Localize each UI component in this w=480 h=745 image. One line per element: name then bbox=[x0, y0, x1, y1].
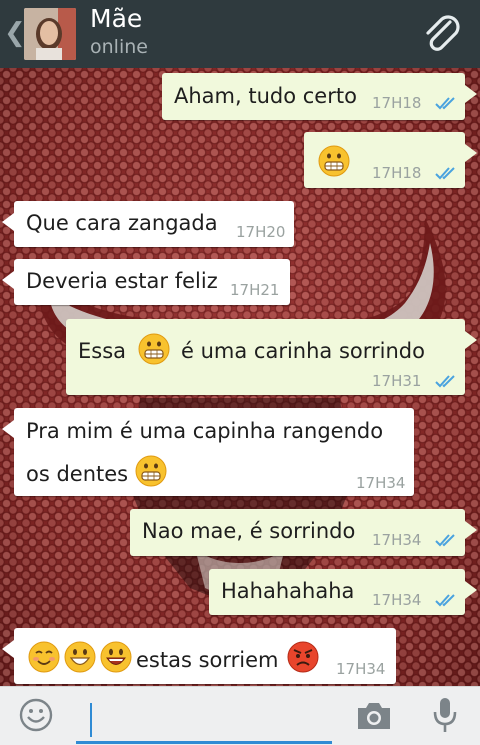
smiley-icon[interactable] bbox=[18, 697, 54, 733]
camera-icon[interactable] bbox=[354, 699, 394, 733]
grin-emoji-icon bbox=[318, 145, 350, 177]
message-text: Nao mae, é sorrindo bbox=[142, 519, 356, 543]
read-receipt-icon bbox=[435, 167, 455, 180]
message-text: Aham, tudo certo bbox=[174, 84, 357, 108]
message-text-line: os dentes bbox=[26, 462, 129, 486]
message-time: 17H18 bbox=[372, 94, 422, 112]
message-bubble-outgoing[interactable]: Aham, tudo certo 17H18 bbox=[162, 73, 477, 120]
smiley-emoji-icon bbox=[100, 641, 132, 673]
message-time: 17H21 bbox=[230, 281, 280, 299]
contact-name[interactable]: Mãe bbox=[90, 4, 142, 34]
grinning-emoji-icon bbox=[64, 641, 96, 673]
message-text: Deveria estar feliz bbox=[26, 269, 218, 293]
message-bubble-outgoing[interactable]: Essa é uma carinha sorrindo 17H31 bbox=[66, 319, 477, 395]
message-bubble-outgoing[interactable]: Nao mae, é sorrindo 17H34 bbox=[130, 509, 477, 556]
message-bubble-incoming[interactable]: estas sorriem 17H34 bbox=[2, 628, 396, 684]
message-text: Essa bbox=[78, 337, 126, 365]
message-text: Hahahahaha bbox=[221, 579, 355, 603]
read-receipt-icon bbox=[435, 534, 455, 547]
message-bubble-incoming[interactable]: Deveria estar feliz 17H21 bbox=[2, 259, 290, 305]
message-time: 17H34 bbox=[336, 660, 386, 678]
message-bubble-outgoing[interactable]: 17H18 bbox=[304, 132, 477, 188]
angry-emoji-icon bbox=[287, 641, 319, 673]
message-time: 17H34 bbox=[356, 474, 406, 492]
message-time: 17H31 bbox=[372, 372, 422, 390]
message-composer bbox=[0, 686, 480, 745]
message-time: 17H34 bbox=[372, 591, 422, 609]
grin-emoji-icon bbox=[138, 333, 170, 365]
microphone-icon[interactable] bbox=[430, 695, 460, 735]
message-time: 17H34 bbox=[372, 531, 422, 549]
chat-header: ❮ Mãe online bbox=[0, 0, 480, 68]
chevron-left-icon[interactable]: ❮ bbox=[4, 18, 26, 48]
paperclip-icon[interactable] bbox=[420, 12, 466, 58]
message-bubble-incoming[interactable]: Pra mim é uma capinha rangendo os dentes… bbox=[2, 408, 414, 496]
blush-emoji-icon bbox=[28, 641, 60, 673]
read-receipt-icon bbox=[435, 375, 455, 388]
message-text-part: é uma carinha sorrindo bbox=[181, 339, 425, 363]
message-bubble-outgoing[interactable]: Hahahahaha 17H34 bbox=[209, 569, 477, 615]
message-time: 17H20 bbox=[236, 223, 286, 241]
text-cursor bbox=[90, 703, 92, 737]
message-text-line: Pra mim é uma capinha rangendo bbox=[26, 419, 384, 443]
avatar[interactable] bbox=[24, 8, 76, 60]
grin-emoji-icon bbox=[135, 455, 167, 487]
contact-status: online bbox=[90, 36, 148, 58]
message-text-part: Essa bbox=[78, 339, 127, 363]
message-text: estas sorriem bbox=[136, 648, 279, 672]
message-text: Que cara zangada bbox=[26, 211, 218, 235]
message-time: 17H18 bbox=[372, 164, 422, 182]
read-receipt-icon bbox=[435, 594, 455, 607]
read-receipt-icon bbox=[435, 97, 455, 110]
message-bubble-incoming[interactable]: Que cara zangada 17H20 bbox=[2, 201, 294, 247]
message-input[interactable] bbox=[76, 741, 332, 744]
